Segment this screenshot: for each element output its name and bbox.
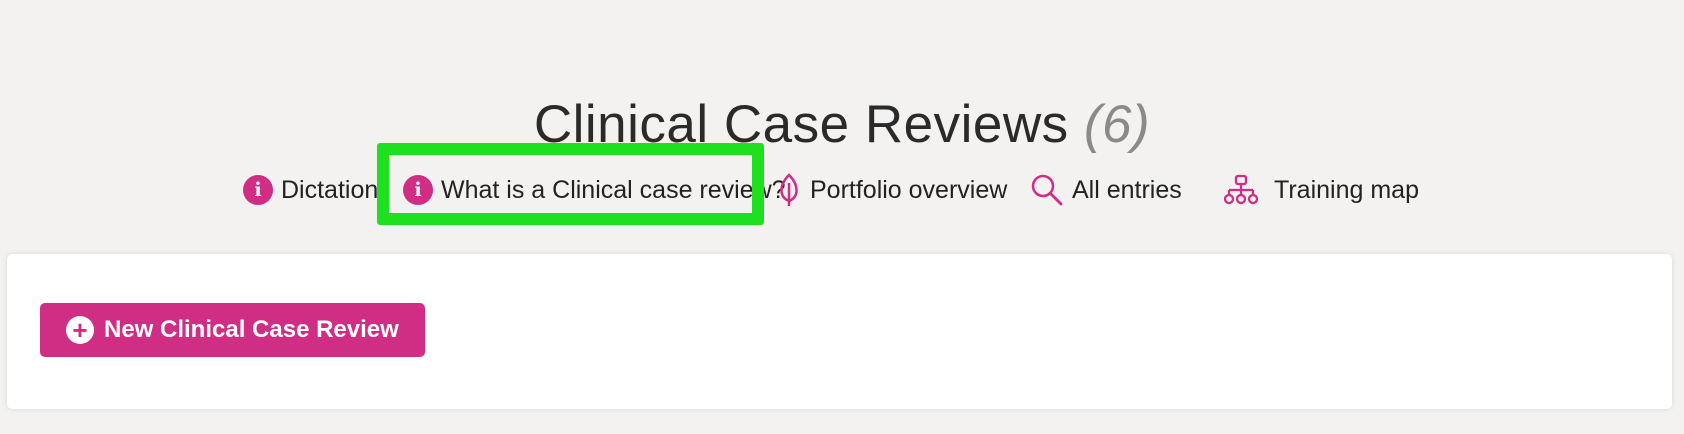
page-title: Clinical Case Reviews (6): [0, 94, 1684, 155]
new-button-label: New Clinical Case Review: [104, 316, 399, 343]
info-icon: i: [243, 175, 273, 205]
nav-item-label: Training map: [1274, 175, 1419, 204]
leaf-icon: [776, 173, 802, 207]
entry-count: (6): [1083, 94, 1151, 154]
nav-item-label: Portfolio overview: [810, 175, 1008, 204]
entries-panel: + New Clinical Case Review: [7, 254, 1672, 409]
search-icon: [1030, 173, 1064, 207]
plus-icon: +: [66, 316, 94, 344]
nav-item-portfolio-overview[interactable]: Portfolio overview: [776, 170, 1007, 210]
page-title-text: Clinical Case Reviews: [533, 94, 1069, 154]
nav-item-label: Dictation: [281, 175, 379, 204]
nav-item-label: All entries: [1072, 175, 1182, 204]
info-icon: i: [403, 175, 433, 205]
nav-item-what-is-clinical-case-review[interactable]: i What is a Clinical case review?: [403, 170, 786, 210]
nav-item-label: What is a Clinical case review?: [441, 175, 786, 204]
nav-item-dictation[interactable]: i Dictation: [243, 170, 378, 210]
nav-item-all-entries[interactable]: All entries: [1030, 170, 1182, 210]
new-clinical-case-review-button[interactable]: + New Clinical Case Review: [40, 303, 425, 357]
sitemap-icon: [1224, 174, 1258, 206]
nav-item-training-map[interactable]: Training map: [1224, 170, 1419, 210]
